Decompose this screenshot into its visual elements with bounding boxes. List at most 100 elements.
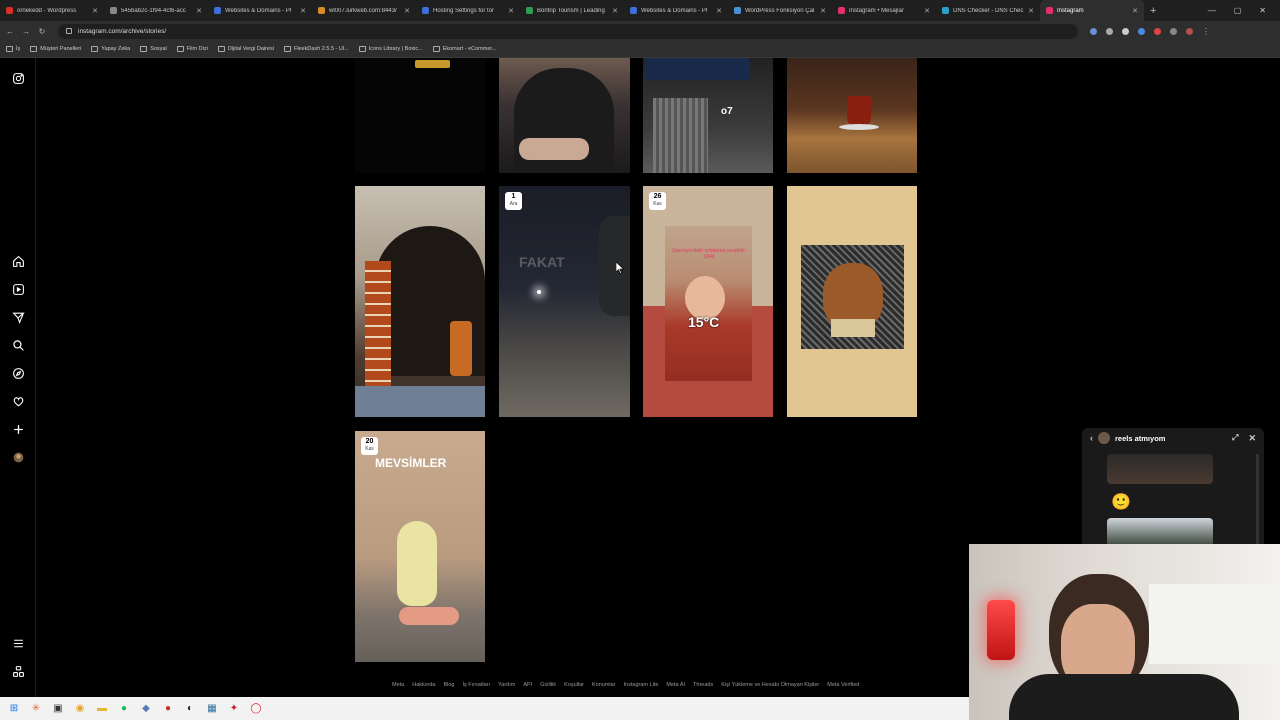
- bookmark-item[interactable]: Icons Library | Boxic...: [358, 46, 423, 52]
- site-info-icon[interactable]: [66, 28, 72, 34]
- footer-link[interactable]: Instagram Lite: [624, 682, 659, 688]
- story-tile[interactable]: 26 Kas Japonya'daki ortalama sıcaklık: 1…: [643, 186, 773, 417]
- bookmark-item[interactable]: Film Dizi: [176, 46, 208, 52]
- extension-icon[interactable]: [1170, 27, 1177, 35]
- tab-close-icon[interactable]: ✕: [196, 7, 202, 15]
- search-icon[interactable]: [10, 337, 26, 353]
- browser-tab[interactable]: Websites & Domains - Pl ✕: [208, 0, 312, 21]
- browser-tab[interactable]: Instagram ✕: [1040, 0, 1144, 21]
- chrome-icon[interactable]: ◉: [74, 703, 86, 715]
- app-icon[interactable]: ✳: [30, 703, 42, 715]
- footer-link[interactable]: Kişi Yükleme ve Hesabı Olmayan Kişiler: [721, 682, 819, 688]
- menu-icon[interactable]: [10, 635, 26, 651]
- close-icon[interactable]: ✕: [1248, 433, 1256, 444]
- footer-link[interactable]: İş Fırsatları: [463, 682, 491, 688]
- footer-link[interactable]: Blog: [443, 682, 454, 688]
- tab-close-icon[interactable]: ✕: [716, 7, 722, 15]
- send-icon[interactable]: [10, 309, 26, 325]
- new-tab-icon[interactable]: +: [1150, 5, 1156, 17]
- message-scrollbar[interactable]: [1256, 454, 1259, 544]
- footer-link[interactable]: Threads: [693, 682, 713, 688]
- profile-avatar-icon[interactable]: [1186, 27, 1193, 35]
- browser-tab[interactable]: Bontrip Tourism | Leading ✕: [520, 0, 624, 21]
- extension-icon[interactable]: [1106, 27, 1113, 35]
- footer-link[interactable]: Koşullar: [564, 682, 584, 688]
- url-field[interactable]: instagram.com/archive/stories/: [58, 23, 1078, 39]
- extension-icon[interactable]: [1122, 27, 1129, 35]
- browser-tab[interactable]: 545bab2c-1f94-4cf6-acc ✕: [104, 0, 208, 21]
- back-icon[interactable]: ←: [4, 27, 16, 36]
- app-icon[interactable]: ▦: [206, 703, 218, 715]
- footer-link[interactable]: Yardım: [498, 682, 515, 688]
- browser-tab[interactable]: Instagram • Mesajlar ✕: [832, 0, 936, 21]
- footer-link[interactable]: API: [523, 682, 532, 688]
- threads-icon[interactable]: [10, 663, 26, 679]
- extension-icon[interactable]: [1090, 27, 1097, 35]
- footer-link[interactable]: Hakkında: [412, 682, 435, 688]
- tab-close-icon[interactable]: ✕: [300, 7, 306, 15]
- tab-close-icon[interactable]: ✕: [612, 7, 618, 15]
- forward-icon[interactable]: →: [20, 27, 32, 36]
- browser-tab[interactable]: DNS Checker - DNS Chec ✕: [936, 0, 1040, 21]
- footer-link[interactable]: Meta Verified: [827, 682, 859, 688]
- story-tile[interactable]: [355, 186, 485, 417]
- browser-tab[interactable]: Hosting Settings for tor ✕: [416, 0, 520, 21]
- story-tile[interactable]: [355, 58, 485, 173]
- message-media[interactable]: [1107, 454, 1213, 484]
- app-icon[interactable]: ◆: [140, 703, 152, 715]
- app-icon[interactable]: ●: [162, 703, 174, 715]
- browser-tab[interactable]: ornekedd - Wordpress ✕: [0, 0, 104, 21]
- bookmark-item[interactable]: Sosyal: [140, 46, 167, 52]
- story-tile[interactable]: [787, 186, 917, 417]
- back-icon[interactable]: ‹: [1090, 433, 1093, 443]
- expand-icon[interactable]: ⤢: [1232, 433, 1238, 443]
- footer-link[interactable]: Konumlar: [592, 682, 616, 688]
- browser-tab[interactable]: wl007.lurkweb.com:8443/ ✕: [312, 0, 416, 21]
- steam-icon[interactable]: ◐: [184, 703, 196, 715]
- minimize-icon[interactable]: —: [1208, 6, 1216, 15]
- extension-icon[interactable]: [1138, 27, 1145, 35]
- bookmark-item[interactable]: FleekDash 2.5.5 - Ul...: [283, 46, 349, 52]
- story-tile[interactable]: 20 Kas MEVSİMLER: [355, 431, 485, 662]
- story-tile[interactable]: o7: [643, 58, 773, 173]
- tab-close-icon[interactable]: ✕: [92, 7, 98, 15]
- app-icon[interactable]: ✦: [228, 703, 240, 715]
- tab-close-icon[interactable]: ✕: [820, 7, 826, 15]
- tab-close-icon[interactable]: ✕: [1028, 7, 1034, 15]
- heart-icon[interactable]: [10, 393, 26, 409]
- tab-close-icon[interactable]: ✕: [404, 7, 410, 15]
- app-icon[interactable]: ▣: [52, 703, 64, 715]
- avatar[interactable]: [10, 449, 26, 465]
- windows-start-icon[interactable]: ⊞: [8, 703, 20, 715]
- footer-link[interactable]: Meta: [392, 682, 404, 688]
- avatar[interactable]: [1098, 432, 1110, 444]
- bookmark-item[interactable]: Yapay Zeka: [91, 46, 130, 52]
- story-tile[interactable]: 1 Ara FAKAT: [499, 186, 630, 417]
- extension-icon[interactable]: [1154, 27, 1161, 35]
- bookmark-item[interactable]: Ekomart - eCommer...: [432, 46, 497, 52]
- explore-icon[interactable]: [10, 365, 26, 381]
- browser-tab[interactable]: WordPress Fonksiyon Çal ✕: [728, 0, 832, 21]
- home-icon[interactable]: [10, 253, 26, 269]
- opera-icon[interactable]: ◯: [250, 703, 262, 715]
- maximize-icon[interactable]: ▢: [1234, 6, 1242, 15]
- close-window-icon[interactable]: ✕: [1259, 6, 1266, 15]
- footer-link[interactable]: Gizlilik: [540, 682, 556, 688]
- folder-icon[interactable]: ▬: [96, 703, 108, 715]
- reload-icon[interactable]: ↻: [36, 27, 48, 36]
- more-menu-icon[interactable]: ⋮: [1202, 27, 1210, 36]
- tab-close-icon[interactable]: ✕: [1132, 7, 1138, 15]
- tab-close-icon[interactable]: ✕: [924, 7, 930, 15]
- bookmark-item[interactable]: Dijital Vergi Dairesi: [217, 46, 274, 52]
- story-tile[interactable]: [787, 58, 917, 173]
- footer-link[interactable]: Meta AI: [666, 682, 685, 688]
- story-tile[interactable]: [499, 58, 630, 173]
- tab-close-icon[interactable]: ✕: [508, 7, 514, 15]
- browser-tab[interactable]: Websites & Domains - Pl ✕: [624, 0, 728, 21]
- create-icon[interactable]: [10, 421, 26, 437]
- bookmark-item[interactable]: Müşteri Panelleri: [30, 46, 81, 52]
- spotify-icon[interactable]: ●: [118, 703, 130, 715]
- instagram-logo-icon[interactable]: [10, 70, 26, 86]
- bookmark-item[interactable]: İş: [6, 46, 20, 52]
- reels-icon[interactable]: [10, 281, 26, 297]
